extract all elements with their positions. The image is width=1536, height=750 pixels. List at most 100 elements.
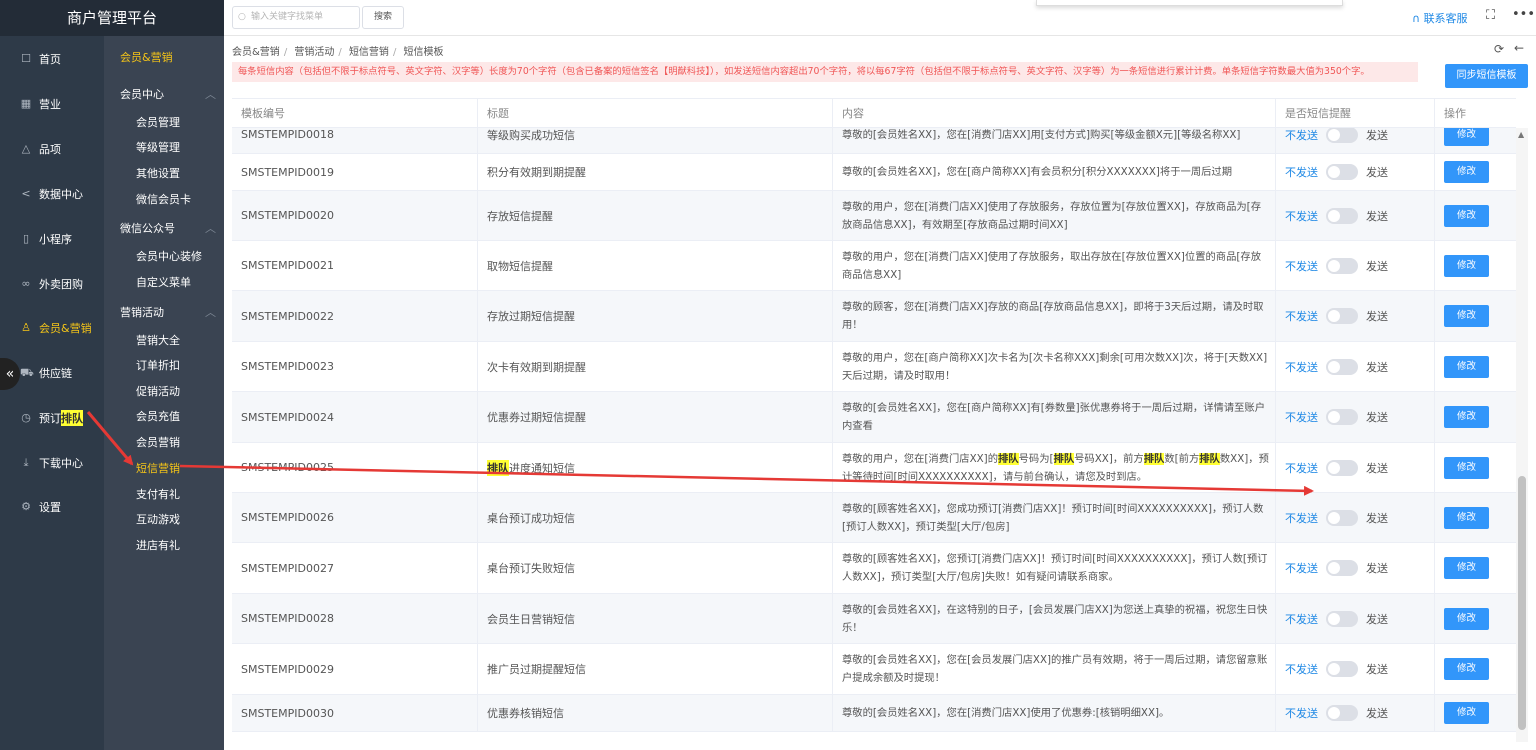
toggle-switch[interactable] xyxy=(1326,207,1358,224)
not-send-label[interactable]: 不发送 xyxy=(1285,611,1318,627)
edit-button[interactable]: 修改 xyxy=(1444,128,1489,146)
send-label[interactable]: 发送 xyxy=(1366,661,1388,677)
not-send-label[interactable]: 不发送 xyxy=(1285,164,1318,180)
sms-reminder-toggle[interactable]: 不发送 发送 xyxy=(1275,291,1434,341)
send-label[interactable]: 发送 xyxy=(1366,258,1388,274)
subnav-item[interactable]: 等级管理 xyxy=(136,139,180,155)
breadcrumb-item[interactable]: 短信营销 xyxy=(349,47,389,58)
nav-item-settings[interactable]: ⚙ 设置 xyxy=(0,495,104,519)
sms-reminder-toggle[interactable]: 不发送 发送 xyxy=(1275,543,1434,593)
edit-button[interactable]: 修改 xyxy=(1444,305,1489,327)
not-send-label[interactable]: 不发送 xyxy=(1285,510,1318,526)
subnav-item[interactable]: 营销大全 xyxy=(136,332,180,348)
sms-reminder-toggle[interactable]: 不发送 发送 xyxy=(1275,644,1434,694)
not-send-label[interactable]: 不发送 xyxy=(1285,128,1318,143)
edit-button[interactable]: 修改 xyxy=(1444,204,1489,227)
edit-button[interactable]: 修改 xyxy=(1444,456,1489,479)
toggle-switch[interactable] xyxy=(1326,610,1358,627)
edit-button[interactable]: 修改 xyxy=(1444,355,1489,378)
subnav-item[interactable]: 会员管理 xyxy=(136,114,180,130)
subnav-item[interactable]: 会员中心装修 xyxy=(136,248,202,264)
not-send-label[interactable]: 不发送 xyxy=(1285,460,1318,476)
edit-button[interactable]: 修改 xyxy=(1444,702,1489,724)
more-icon[interactable]: ••• xyxy=(1512,7,1535,22)
toggle-switch[interactable] xyxy=(1326,358,1358,375)
edit-button[interactable]: 修改 xyxy=(1444,254,1489,277)
not-send-label[interactable]: 不发送 xyxy=(1285,208,1318,224)
sms-reminder-toggle[interactable]: 不发送 发送 xyxy=(1275,128,1434,153)
subnav-group-marketing[interactable]: 营销活动 ︿ xyxy=(120,304,216,320)
nav-item-business[interactable]: ▦ 营业 xyxy=(0,92,104,116)
subnav-item[interactable]: 促销活动 xyxy=(136,383,180,399)
not-send-label[interactable]: 不发送 xyxy=(1285,258,1318,274)
subnav-group-member-center[interactable]: 会员中心 ︿ xyxy=(120,86,216,102)
subnav-item[interactable]: 其他设置 xyxy=(136,165,180,181)
sms-reminder-toggle[interactable]: 不发送 发送 xyxy=(1275,154,1434,190)
edit-button[interactable]: 修改 xyxy=(1444,161,1489,183)
nav-item-home[interactable]: ☐ 首页 xyxy=(0,47,104,71)
toggle-switch[interactable] xyxy=(1326,509,1358,526)
subnav-group-wechat[interactable]: 微信公众号 ︿ xyxy=(120,220,216,236)
subnav-item[interactable]: 会员充值 xyxy=(136,408,180,424)
nav-item-reservation-queue[interactable]: ◷ 预订 排队 xyxy=(0,406,104,430)
search-button[interactable]: 搜索 xyxy=(362,6,404,29)
send-label[interactable]: 发送 xyxy=(1366,409,1388,425)
nav-item-member-marketing[interactable]: ♙ 会员&营销 xyxy=(0,316,104,340)
sms-reminder-toggle[interactable]: 不发送 发送 xyxy=(1275,695,1434,731)
sync-sms-template-button[interactable]: 同步短信模板 xyxy=(1445,64,1528,88)
edit-button[interactable]: 修改 xyxy=(1444,506,1489,529)
edit-button[interactable]: 修改 xyxy=(1444,607,1489,630)
refresh-icon[interactable]: ⟳ xyxy=(1494,42,1504,56)
nav-item-download[interactable]: ⤓ 下载中心 xyxy=(0,451,104,475)
table-scrollbar[interactable] xyxy=(1516,128,1528,742)
search-input[interactable]: ○ 输入关键字找菜单 xyxy=(232,6,360,29)
toggle-switch[interactable] xyxy=(1326,409,1358,425)
nav-item-data-center[interactable]: < 数据中心 xyxy=(0,182,104,206)
not-send-label[interactable]: 不发送 xyxy=(1285,661,1318,677)
nav-item-products[interactable]: △ 品项 xyxy=(0,137,104,161)
subnav-item[interactable]: 微信会员卡 xyxy=(136,191,191,207)
send-label[interactable]: 发送 xyxy=(1366,611,1388,627)
sms-reminder-toggle[interactable]: 不发送 发送 xyxy=(1275,392,1434,442)
send-label[interactable]: 发送 xyxy=(1366,460,1388,476)
nav-item-takeaway[interactable]: ∞ 外卖团购 xyxy=(0,272,104,296)
sms-reminder-toggle[interactable]: 不发送 发送 xyxy=(1275,191,1434,240)
sms-reminder-toggle[interactable]: 不发送 发送 xyxy=(1275,342,1434,391)
back-arrow-icon[interactable]: ← xyxy=(1514,41,1524,55)
send-label[interactable]: 发送 xyxy=(1366,208,1388,224)
not-send-label[interactable]: 不发送 xyxy=(1285,409,1318,425)
sms-reminder-toggle[interactable]: 不发送 发送 xyxy=(1275,594,1434,643)
sms-reminder-toggle[interactable]: 不发送 发送 xyxy=(1275,443,1434,492)
toggle-switch[interactable] xyxy=(1326,257,1358,274)
not-send-label[interactable]: 不发送 xyxy=(1285,308,1318,324)
scroll-up-icon[interactable]: ▲ xyxy=(1518,130,1524,139)
subnav-item-sms-marketing[interactable]: 短信营销 xyxy=(136,460,180,476)
subnav-item[interactable]: 互动游戏 xyxy=(136,511,180,527)
send-label[interactable]: 发送 xyxy=(1366,308,1388,324)
not-send-label[interactable]: 不发送 xyxy=(1285,359,1318,375)
subnav-item[interactable]: 会员营销 xyxy=(136,434,180,450)
toggle-switch[interactable] xyxy=(1326,705,1358,721)
send-label[interactable]: 发送 xyxy=(1366,560,1388,576)
subnav-item[interactable]: 自定义菜单 xyxy=(136,274,191,290)
edit-button[interactable]: 修改 xyxy=(1444,557,1489,579)
send-label[interactable]: 发送 xyxy=(1366,359,1388,375)
send-label[interactable]: 发送 xyxy=(1366,510,1388,526)
contact-support-link[interactable]: ∩ 联系客服 xyxy=(1412,10,1468,26)
subnav-item[interactable]: 订单折扣 xyxy=(136,357,180,373)
subnav-item[interactable]: 进店有礼 xyxy=(136,537,180,553)
sms-reminder-toggle[interactable]: 不发送 发送 xyxy=(1275,241,1434,290)
sms-reminder-toggle[interactable]: 不发送 发送 xyxy=(1275,493,1434,542)
edit-button[interactable]: 修改 xyxy=(1444,658,1489,680)
toggle-switch[interactable] xyxy=(1326,661,1358,677)
toggle-switch[interactable] xyxy=(1326,164,1358,180)
not-send-label[interactable]: 不发送 xyxy=(1285,560,1318,576)
send-label[interactable]: 发送 xyxy=(1366,128,1388,143)
nav-item-miniprogram[interactable]: ▯ 小程序 xyxy=(0,227,104,251)
subnav-item[interactable]: 支付有礼 xyxy=(136,486,180,502)
fullscreen-icon[interactable]: ⛶ xyxy=(1486,8,1495,23)
send-label[interactable]: 发送 xyxy=(1366,705,1388,721)
toggle-switch[interactable] xyxy=(1326,560,1358,576)
breadcrumb-item[interactable]: 营销活动 xyxy=(294,47,334,58)
toggle-switch[interactable] xyxy=(1326,308,1358,324)
